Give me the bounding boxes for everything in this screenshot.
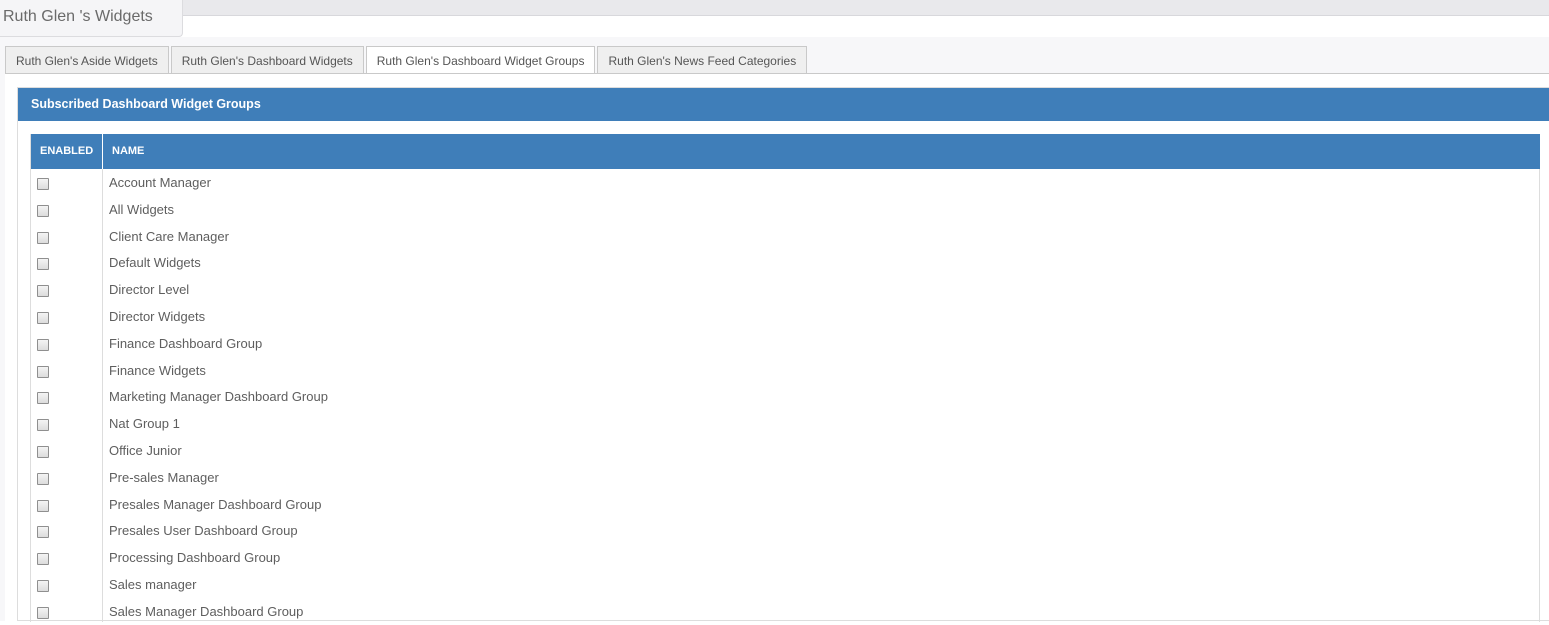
grid-rows: Account Manager All Widgets Client Care Ma…	[31, 169, 1540, 625]
group-name: Sales Manager Dashboard Group	[109, 603, 304, 619]
enabled-checkbox[interactable]	[37, 365, 49, 378]
widget-groups-grid: ENABLED NAME Account Manager All Widgets C…	[30, 134, 1540, 622]
top-strip	[0, 0, 1549, 16]
enabled-checkbox[interactable]	[37, 553, 49, 566]
table-row: Client Care Manager	[31, 223, 1540, 250]
enabled-checkbox[interactable]	[37, 499, 49, 512]
group-name: Presales User Dashboard Group	[109, 523, 298, 539]
table-row: Presales Manager Dashboard Group	[31, 491, 1540, 518]
group-name: Pre-sales Manager	[109, 469, 219, 485]
tab-aside-widgets[interactable]: Ruth Glen's Aside Widgets	[5, 46, 169, 74]
enabled-checkbox[interactable]	[37, 419, 49, 432]
tab-label: Ruth Glen's News Feed Categories	[608, 54, 797, 68]
group-name: Finance Dashboard Group	[109, 335, 263, 351]
tab-dashboard-widget-groups[interactable]: Ruth Glen's Dashboard Widget Groups	[365, 46, 596, 75]
table-row: Default Widgets	[31, 249, 1540, 276]
table-row: Finance Dashboard Group	[31, 330, 1540, 357]
group-name: Account Manager	[109, 175, 211, 190]
table-row: Director Widgets	[31, 303, 1540, 330]
tab-bar: Ruth Glen's Aside Widgets Ruth Glen's Da…	[5, 46, 809, 75]
enabled-checkbox[interactable]	[37, 579, 49, 592]
group-name: Processing Dashboard Group	[109, 550, 281, 566]
enabled-checkbox[interactable]	[37, 311, 49, 324]
enabled-checkbox[interactable]	[37, 445, 49, 458]
table-row: Sales manager	[31, 571, 1540, 598]
panel-title: Subscribed Dashboard Widget Groups	[31, 97, 261, 111]
group-name: Nat Group 1	[109, 416, 180, 432]
table-row: Account Manager	[31, 169, 1540, 196]
table-row: Nat Group 1	[31, 410, 1540, 437]
enabled-checkbox[interactable]	[37, 606, 49, 619]
table-row: All Widgets	[31, 196, 1540, 223]
tab-label: Ruth Glen's Aside Widgets	[16, 54, 158, 68]
group-name: Sales manager	[109, 576, 197, 592]
table-row: Presales User Dashboard Group	[31, 517, 1540, 544]
enabled-checkbox[interactable]	[37, 231, 49, 244]
grid-header: ENABLED NAME	[31, 134, 1540, 169]
enabled-checkbox[interactable]	[37, 472, 49, 485]
enabled-checkbox[interactable]	[37, 178, 49, 190]
column-header-enabled-label: ENABLED	[40, 145, 94, 157]
panel-header: Subscribed Dashboard Widget Groups	[18, 88, 1549, 121]
table-row: Processing Dashboard Group	[31, 544, 1540, 571]
page-title-text: Ruth Glen 's Widgets	[3, 8, 153, 25]
tab-label: Ruth Glen's Dashboard Widget Groups	[376, 54, 585, 68]
table-row: Finance Widgets	[31, 357, 1540, 384]
group-name: All Widgets	[109, 201, 175, 217]
enabled-checkbox[interactable]	[37, 526, 49, 539]
enabled-checkbox[interactable]	[37, 338, 49, 351]
group-name: Default Widgets	[109, 255, 201, 271]
tab-news-feed-categories[interactable]: Ruth Glen's News Feed Categories	[597, 46, 808, 74]
group-name: Office Junior	[109, 442, 182, 458]
enabled-checkbox[interactable]	[37, 204, 49, 217]
column-header-name[interactable]: NAME	[104, 134, 144, 169]
group-name: Client Care Manager	[109, 228, 229, 244]
table-row: Marketing Manager Dashboard Group	[31, 383, 1540, 410]
enabled-checkbox[interactable]	[37, 258, 49, 271]
group-name: Director Widgets	[109, 308, 206, 324]
group-name: Director Level	[109, 282, 190, 298]
column-header-enabled[interactable]: ENABLED	[31, 134, 103, 169]
column-header-name-label: NAME	[112, 145, 145, 157]
enabled-checkbox[interactable]	[37, 392, 49, 405]
table-row: Pre-sales Manager	[31, 464, 1540, 491]
tab-dashboard-widgets[interactable]: Ruth Glen's Dashboard Widgets	[170, 46, 364, 74]
table-row: Director Level	[31, 276, 1540, 303]
table-row: Office Junior	[31, 437, 1540, 464]
enabled-checkbox[interactable]	[37, 285, 49, 298]
group-name: Finance Widgets	[109, 362, 206, 378]
page-title: Ruth Glen 's Widgets	[0, 0, 183, 37]
tab-label: Ruth Glen's Dashboard Widgets	[181, 54, 353, 68]
group-name: Marketing Manager Dashboard Group	[109, 389, 328, 405]
group-name: Presales Manager Dashboard Group	[109, 496, 322, 512]
subscribed-groups-panel: Subscribed Dashboard Widget Groups ENABL…	[17, 87, 1549, 622]
